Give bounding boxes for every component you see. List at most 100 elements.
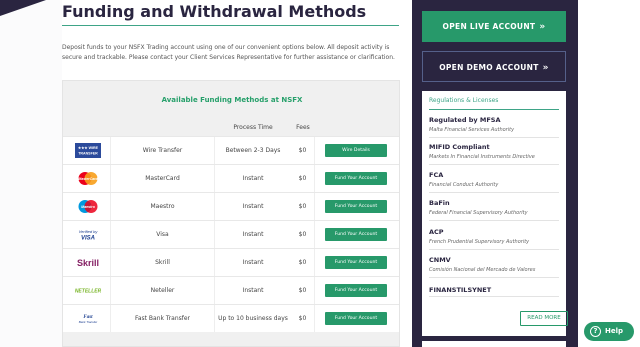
process-time: Instant — [242, 175, 264, 182]
svg-text:Verified by: Verified by — [79, 229, 99, 234]
table-row: MasterCard MasterCard Instant $0 Fund Yo… — [63, 164, 399, 192]
sidebar-lower-panel — [422, 341, 566, 347]
visa-logo: Verified by VISA — [79, 229, 99, 242]
method-name: MasterCard — [111, 165, 215, 192]
help-label: Help — [605, 327, 624, 335]
fee: $0 — [291, 277, 315, 304]
funding-methods-table: Available Funding Methods at NSFX Proces… — [62, 80, 400, 347]
process-time: Instant — [242, 231, 264, 238]
logo-cell: Maestro — [63, 193, 111, 220]
skrill-logo: Skrill — [77, 258, 99, 268]
open-demo-account-label: OPEN DEMO ACCOUNT — [439, 63, 539, 72]
svg-text:Maestro: Maestro — [81, 205, 96, 209]
table-row: Skrill Skrill Instant $0 Fund Your Accou… — [63, 248, 399, 276]
regulation-name: ACP — [429, 228, 444, 236]
header-process-time: Process Time — [233, 124, 273, 131]
table-row: Maestro Maestro Instant $0 Fund Your Acc… — [63, 192, 399, 220]
chevrons-right-icon: » — [539, 22, 546, 32]
table-row: Verified by VISA Visa Instant $0 Fund Yo… — [63, 220, 399, 248]
logo-cell: Fast Bank Transfer — [63, 305, 111, 332]
regulation-authority: French Prudential Supervisory Authority — [429, 239, 530, 245]
regulation-item: BaFin Federal Financial Supervisory Auth… — [429, 196, 559, 221]
wire-details-button[interactable]: Wire Details — [325, 144, 387, 157]
sidebar: OPEN LIVE ACCOUNT» OPEN DEMO ACCOUNT» Re… — [412, 0, 578, 347]
maestro-logo: Maestro — [78, 200, 98, 213]
fee: $0 — [291, 221, 315, 248]
method-name: Fast Bank Transfer — [111, 305, 215, 332]
regulation-authority: Federal Financial Supervisory Authority — [429, 210, 528, 216]
logo-cell: NETELLER — [63, 277, 111, 304]
mastercard-logo: MasterCard — [78, 172, 98, 185]
process-time: Between 2-3 Days — [225, 147, 281, 154]
process-time: Instant — [242, 287, 264, 294]
fund-account-button[interactable]: Fund Your Account — [325, 256, 387, 269]
fee: $0 — [291, 305, 315, 332]
method-name: Neteller — [111, 277, 215, 304]
fee: $0 — [291, 193, 315, 220]
method-name: Skrill — [111, 249, 215, 276]
fund-account-button[interactable]: Fund Your Account — [325, 312, 387, 325]
table-row: Fast Bank Transfer Fast Bank Transfer Up… — [63, 304, 399, 332]
table-row: ★★★ WIRE TRANSFER Wire Transfer Between … — [63, 136, 399, 164]
regulation-name: Regulated by MFSA — [429, 116, 501, 124]
svg-text:VISA: VISA — [81, 236, 95, 242]
svg-text:★★★ WIRE: ★★★ WIRE — [78, 145, 99, 150]
regulations-title: Regulations & Licenses — [429, 97, 499, 104]
fund-account-button[interactable]: Fund Your Account — [325, 200, 387, 213]
header-fees: Fees — [296, 124, 310, 131]
fund-account-button[interactable]: Fund Your Account — [325, 228, 387, 241]
regulation-item: MIFID Compliant Markets In Financial Ins… — [429, 140, 559, 165]
regulation-name: MIFID Compliant — [429, 143, 490, 151]
open-live-account-button[interactable]: OPEN LIVE ACCOUNT» — [422, 11, 566, 42]
logo-cell: Verified by VISA — [63, 221, 111, 248]
table-title: Available Funding Methods at NSFX — [161, 96, 303, 104]
open-demo-account-button[interactable]: OPEN DEMO ACCOUNT» — [422, 51, 566, 82]
corner-decoration — [0, 0, 46, 16]
help-button[interactable]: ? Help — [584, 322, 634, 341]
fund-account-button[interactable]: Fund Your Account — [325, 284, 387, 297]
regulation-item: ACP French Prudential Supervisory Author… — [429, 225, 559, 250]
regulation-name: CNMV — [429, 256, 451, 264]
regulation-name: FINANSTILSYNET — [429, 286, 492, 294]
fee: $0 — [291, 165, 315, 192]
svg-text:TRANSFER: TRANSFER — [78, 152, 98, 156]
method-name: Visa — [111, 221, 215, 248]
svg-text:Bank Transfer: Bank Transfer — [79, 320, 99, 324]
process-time: Instant — [242, 259, 264, 266]
regulations-panel: Regulations & Licenses Regulated by MFSA… — [422, 91, 568, 336]
neteller-logo: NETELLER — [75, 289, 101, 295]
help-icon: ? — [590, 326, 601, 337]
regulation-name: FCA — [429, 171, 444, 179]
fee: $0 — [291, 249, 315, 276]
process-time: Instant — [242, 203, 264, 210]
main-content: Funding and Withdrawal Methods Deposit f… — [62, 0, 402, 347]
open-live-account-label: OPEN LIVE ACCOUNT — [442, 22, 536, 31]
svg-text:NETELLER: NETELLER — [75, 289, 101, 295]
regulation-name: BaFin — [429, 199, 450, 207]
read-more-button[interactable]: READ MORE — [520, 311, 568, 326]
regulation-item: CNMV Comisión Nacional del Mercado de Va… — [429, 253, 559, 278]
process-time: Up to 10 business days — [218, 315, 288, 322]
title-divider — [62, 25, 399, 26]
logo-cell: ★★★ WIRE TRANSFER — [63, 137, 111, 164]
intro-text: Deposit funds to your NSFX Trading accou… — [62, 44, 395, 61]
left-gutter — [0, 0, 62, 347]
logo-cell: Skrill — [63, 249, 111, 276]
regulation-item: Regulated by MFSA Malta Financial Servic… — [429, 113, 559, 138]
svg-text:MasterCard: MasterCard — [78, 177, 98, 181]
regulation-item: FCA Financial Conduct Authority — [429, 168, 559, 193]
fast-bank-transfer-logo: Fast Bank Transfer — [79, 315, 99, 324]
regulations-divider — [429, 109, 559, 110]
svg-text:Skrill: Skrill — [77, 258, 99, 268]
method-name: Wire Transfer — [111, 137, 215, 164]
fee: $0 — [291, 137, 315, 164]
logo-cell: MasterCard — [63, 165, 111, 192]
regulation-authority: Comisión Nacional del Mercado de Valores — [429, 267, 536, 273]
chevrons-right-icon: » — [542, 63, 549, 73]
wire-transfer-logo: ★★★ WIRE TRANSFER — [75, 143, 101, 158]
regulation-authority: Financial Conduct Authority — [429, 182, 499, 188]
regulation-authority: Markets In Financial Instruments Directi… — [429, 154, 535, 160]
fund-account-button[interactable]: Fund Your Account — [325, 172, 387, 185]
method-name: Maestro — [111, 193, 215, 220]
regulation-item: FINANSTILSYNET — [429, 283, 559, 297]
